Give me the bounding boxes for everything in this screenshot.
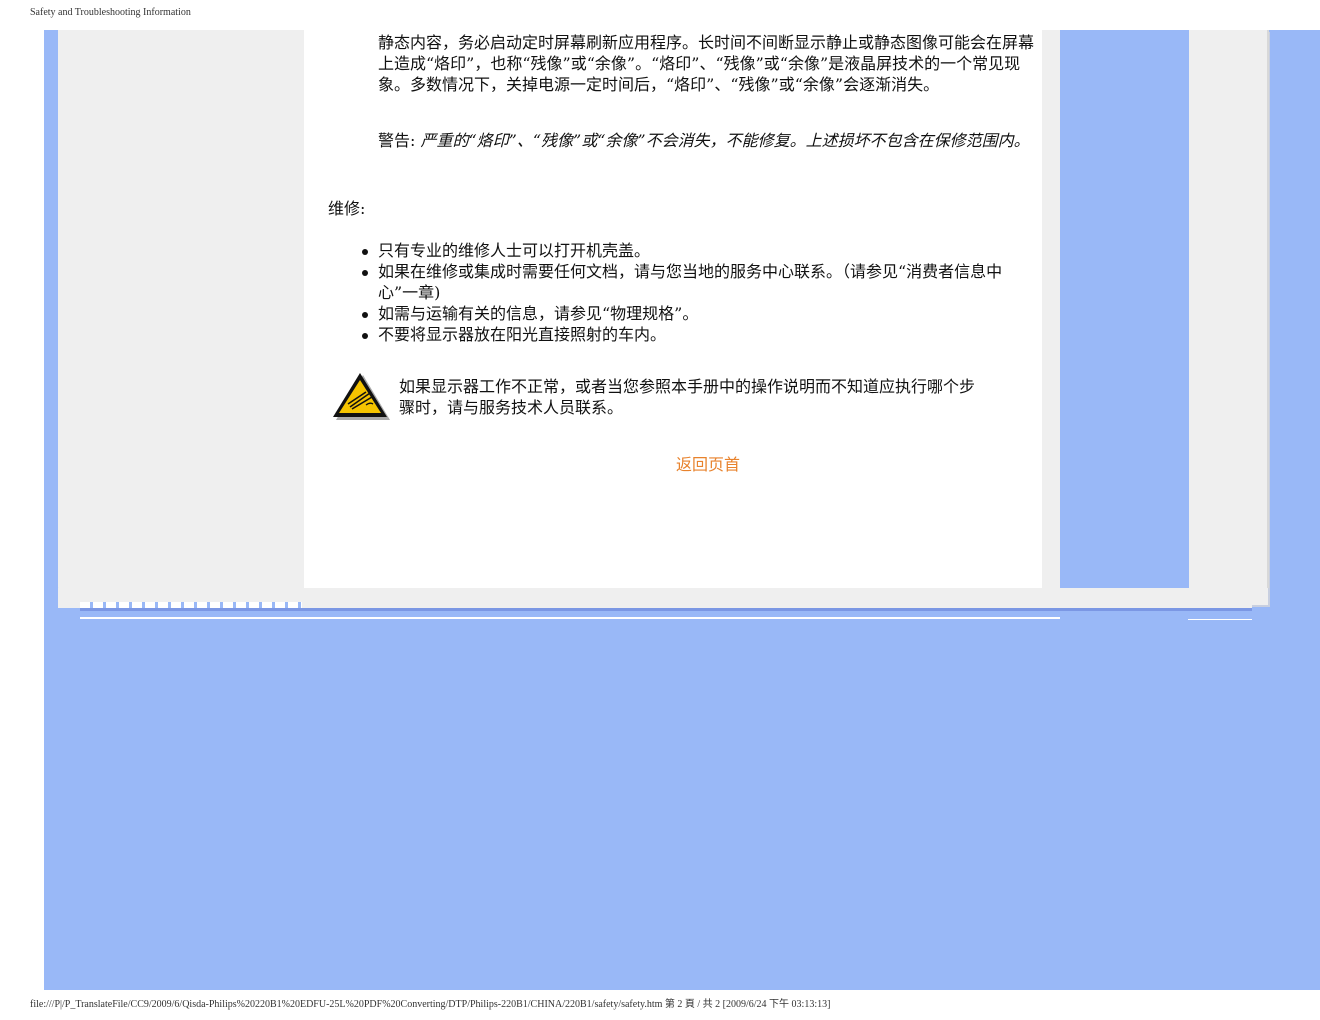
- list-item-text: 不要将显示器放在阳光直接照射的车内。: [378, 325, 667, 344]
- list-item-text: 如需与运输有关的信息，请参见“物理规格”。: [378, 304, 699, 323]
- bullet-icon: [362, 312, 368, 318]
- list-item: 不要将显示器放在阳光直接照射的车内。: [360, 324, 1040, 345]
- back-to-top-link[interactable]: 返回页首: [676, 451, 740, 475]
- list-item: 只有专业的维修人士可以打开机壳盖。: [360, 240, 1040, 261]
- right-frame: [1189, 30, 1269, 588]
- page-footer: file:///P|/P_TranslateFile/CC9/2009/6/Qi…: [30, 999, 831, 1010]
- list-item-text: 只有专业的维修人士可以打开机壳盖。: [378, 241, 651, 260]
- warning-text: 严重的“烙印”、“残像”或“余像”不会消失，不能修复。上述损坏不包含在保修范围内…: [420, 131, 1030, 150]
- list-item: 如果在维修或集成时需要任何文档，请与您当地的服务中心联系。（请参见“消费者信息中…: [360, 261, 1040, 303]
- warning-label: 警告:: [378, 131, 416, 150]
- warning-triangle-icon: [333, 373, 390, 420]
- bottom-divider-blue: [80, 608, 1252, 611]
- warning-paragraph: 警告: 严重的“烙印”、“残像”或“余像”不会消失，不能修复。上述损坏不包含在保…: [378, 130, 1038, 151]
- decorative-notches: [80, 602, 302, 608]
- right-blue-strip: [1060, 30, 1189, 588]
- maintenance-list: 只有专业的维修人士可以打开机壳盖。 如果在维修或集成时需要任何文档，请与您当地的…: [360, 240, 1040, 345]
- bottom-divider-white-right: [1188, 619, 1252, 620]
- service-notice: 如果显示器工作不正常，或者当您参照本手册中的操作说明而不知道应执行哪个步骤时，请…: [399, 377, 976, 417]
- section-title-maintenance: 维修:: [328, 199, 366, 218]
- bottom-divider-white: [80, 617, 1060, 619]
- page-header: Safety and Troubleshooting Information: [30, 7, 191, 18]
- bullet-icon: [362, 333, 368, 339]
- bullet-icon: [362, 270, 368, 276]
- burn-in-paragraph: 静态内容，务必启动定时屏幕刷新应用程序。长时间不间断显示静止或静态图像可能会在屏…: [378, 33, 1035, 94]
- list-item: 如需与运输有关的信息，请参见“物理规格”。: [360, 303, 1040, 324]
- list-item-text: 如果在维修或集成时需要任何文档，请与您当地的服务中心联系。（请参见“消费者信息中…: [378, 262, 1003, 302]
- bullet-icon: [362, 249, 368, 255]
